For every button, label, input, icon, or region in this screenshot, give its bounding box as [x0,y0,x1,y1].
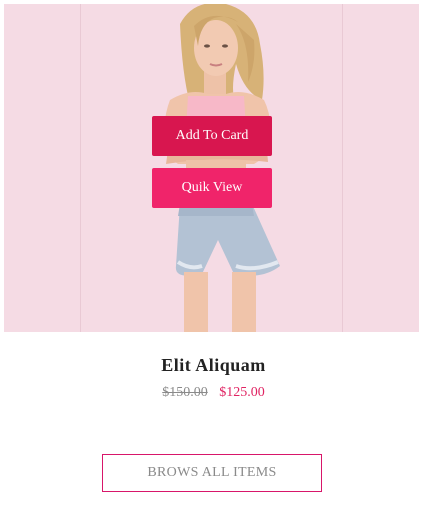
browse-all-items-button[interactable]: BROWS ALL ITEMS [102,454,322,492]
product-title[interactable]: Elit Aliquam [0,355,427,376]
price-row: $150.00 $125.00 [0,385,427,401]
sale-price: $125.00 [219,385,265,400]
add-to-card-button[interactable]: Add To Card [152,116,272,156]
old-price: $150.00 [162,385,208,400]
quick-view-button[interactable]: Quik View [152,168,272,208]
product-image[interactable]: Add To Card Quik View [4,4,419,332]
